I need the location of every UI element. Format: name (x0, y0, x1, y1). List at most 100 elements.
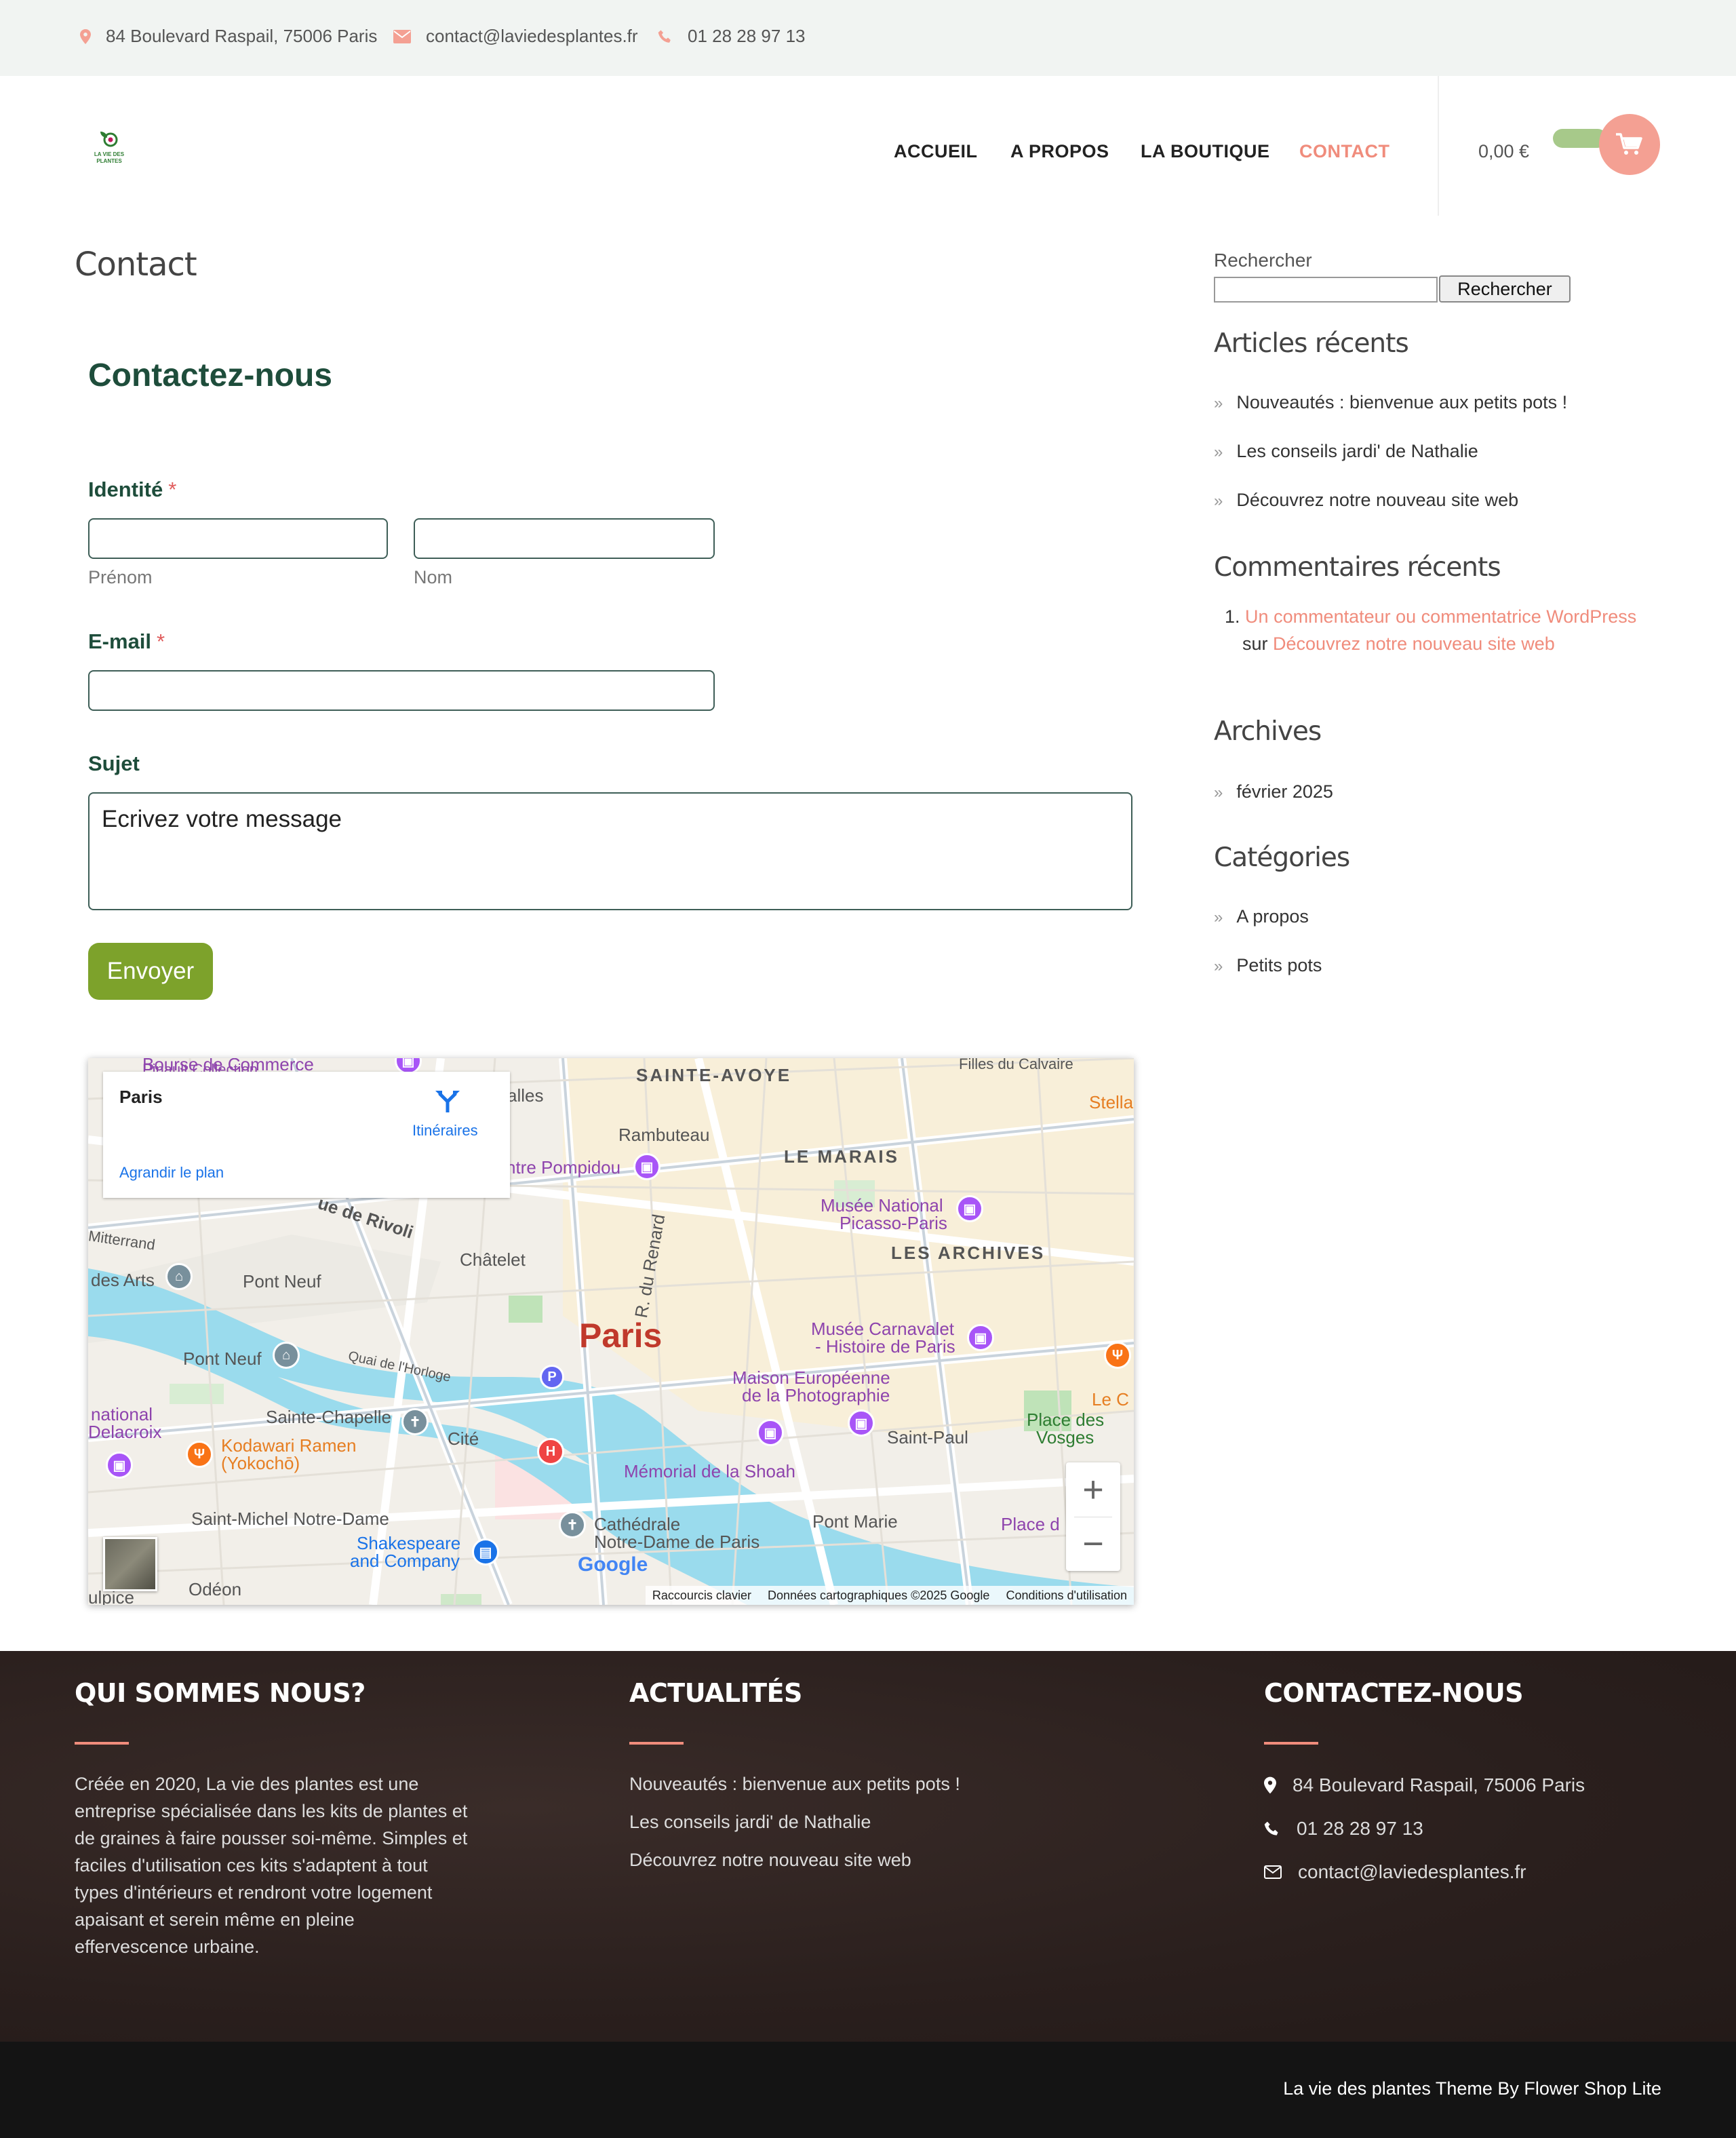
categories-title: Catégories (1214, 842, 1350, 873)
cart-button[interactable] (1599, 114, 1660, 175)
topbar-email-text[interactable]: contact@laviedesplantes.fr (426, 26, 638, 47)
footer-email[interactable]: contact@laviedesplantes.fr (1264, 1861, 1526, 1883)
comment-item: 1. Un commentateur ou commentatrice Word… (1225, 606, 1637, 627)
envelope-icon (1264, 1865, 1282, 1879)
nav-a-propos[interactable]: A PROPOS (1010, 141, 1109, 162)
topbar-email[interactable]: contact@laviedesplantes.fr (393, 26, 638, 47)
copyright-text[interactable]: La vie des plantes Theme By Flower Shop … (1283, 2078, 1661, 2099)
map-label-rambuteau: Rambuteau (618, 1125, 710, 1145)
map-label-pont-marie: Pont Marie (812, 1511, 898, 1532)
map-data-text: Données cartographiques ©2025 Google (767, 1588, 990, 1602)
recent-post-item[interactable]: » Découvrez notre nouveau site web (1214, 490, 1518, 511)
museum-pin-icon[interactable]: ▣ (106, 1452, 133, 1479)
map-label-halles: alles (507, 1085, 544, 1106)
satellite-toggle[interactable] (103, 1537, 157, 1591)
footer-divider (1264, 1742, 1318, 1745)
header-divider (1438, 76, 1439, 216)
search-button[interactable]: Rechercher (1439, 275, 1571, 303)
search-input[interactable] (1214, 277, 1438, 303)
topbar-address-text: 84 Boulevard Raspail, 75006 Paris (106, 26, 378, 46)
svg-text:PLANTES: PLANTES (96, 158, 122, 164)
send-button[interactable]: Envoyer (88, 943, 213, 1000)
museum-pin-icon[interactable]: ▣ (967, 1324, 994, 1351)
museum-pin-icon[interactable]: ▣ (757, 1419, 784, 1446)
directions-icon[interactable] (434, 1087, 461, 1114)
identity-label: Identité * (88, 478, 177, 501)
terms-link[interactable]: Conditions d'utilisation (1006, 1589, 1127, 1603)
archive-item[interactable]: » février 2025 (1214, 781, 1333, 802)
map-label-pont-neuf-metro: Pont Neuf (243, 1271, 321, 1291)
bookshop-pin-icon[interactable]: ▤ (472, 1538, 499, 1566)
church-pin-icon[interactable]: ✝ (559, 1511, 586, 1538)
landmark-pin-icon[interactable]: ⌂ (273, 1342, 300, 1369)
footer-news-item[interactable]: Découvrez notre nouveau site web (629, 1846, 911, 1873)
map-label-le-marais: LE MARAIS (784, 1146, 899, 1167)
directions-link[interactable]: Itinéraires (412, 1122, 478, 1140)
chevron-right-icon: » (1214, 443, 1223, 461)
zoom-in-button[interactable]: + (1066, 1462, 1120, 1517)
footer-contact-title: CONTACTEZ-NOUS (1264, 1678, 1524, 1708)
museum-pin-icon[interactable]: ▣ (956, 1195, 983, 1222)
footer-about-title: QUI SOMMES NOUS? (75, 1678, 366, 1708)
category-item[interactable]: » Petits pots (1214, 955, 1322, 976)
map-label-stella: Stella (1089, 1092, 1134, 1112)
comment-post-link[interactable]: Découvrez notre nouveau site web (1273, 634, 1555, 654)
topbar-phone-text[interactable]: 01 28 28 97 13 (688, 26, 806, 47)
map-pin-icon (1264, 1776, 1276, 1794)
restaurant-pin-icon[interactable]: Ψ (186, 1441, 213, 1468)
keyboard-shortcuts-link[interactable]: Raccourcis clavier (652, 1589, 751, 1603)
map-label-chatelet: Châtelet (460, 1249, 526, 1270)
message-textarea[interactable]: Ecrivez votre message (88, 792, 1132, 910)
svg-text:LA VIE DES: LA VIE DES (94, 151, 125, 157)
museum-pin-icon[interactable]: ▣ (633, 1153, 660, 1180)
map-label-sainte-chapelle: Sainte-Chapelle (266, 1407, 392, 1427)
enlarge-map-link[interactable]: Agrandir le plan (119, 1164, 224, 1182)
site-logo[interactable]: LA VIE DES PLANTES (85, 123, 133, 171)
parking-pin-icon[interactable]: P (540, 1365, 564, 1389)
map-label-kodawari-2: (Yokochō) (221, 1453, 300, 1473)
map-label-notre-dame-2: Notre-Dame de Paris (594, 1532, 760, 1552)
email-field[interactable] (88, 670, 715, 711)
archives-title: Archives (1214, 716, 1322, 747)
church-pin-icon[interactable]: ✝ (401, 1408, 429, 1435)
recent-posts-title: Articles récents (1214, 328, 1409, 359)
nav-la-boutique[interactable]: LA BOUTIQUE (1141, 141, 1270, 162)
cart-total[interactable]: 0,00 € (1478, 141, 1529, 162)
map-label-carnavalet-2: - Histoire de Paris (815, 1336, 955, 1357)
firstname-input[interactable] (88, 518, 388, 559)
lastname-input[interactable] (414, 518, 715, 559)
nav-contact[interactable]: CONTACT (1299, 141, 1389, 162)
recent-post-item[interactable]: » Nouveautés : bienvenue aux petits pots … (1214, 392, 1567, 413)
leaf-logo-icon: LA VIE DES PLANTES (94, 132, 125, 164)
restaurant-pin-icon[interactable]: Ψ (1104, 1342, 1131, 1369)
zoom-out-button[interactable]: − (1066, 1517, 1120, 1571)
map-label-place-d: Place d (1001, 1514, 1060, 1534)
map-label-saint-paul: Saint-Paul (887, 1427, 968, 1447)
landmark-pin-icon[interactable]: ⌂ (165, 1263, 193, 1290)
phone-icon (1264, 1821, 1278, 1835)
footer-about-text: Créée en 2020, La vie des plantes est un… (75, 1774, 468, 1957)
hospital-pin-icon[interactable]: H (537, 1438, 564, 1465)
topbar-phone[interactable]: 01 28 28 97 13 (658, 26, 806, 47)
form-title: Contactez-nous (88, 357, 332, 393)
top-bar: 84 Boulevard Raspail, 75006 Paris contac… (0, 0, 1736, 76)
zoom-controls: + − (1066, 1462, 1120, 1571)
chevron-right-icon: » (1214, 908, 1223, 927)
google-map[interactable]: Bourse de Commerce Pinault Collection Fi… (88, 1058, 1134, 1605)
map-label-st-michel: Saint-Michel Notre-Dame (191, 1509, 389, 1529)
footer-address: 84 Boulevard Raspail, 75006 Paris (1264, 1774, 1585, 1796)
copyright-bar: La vie des plantes Theme By Flower Shop … (0, 2042, 1736, 2138)
map-label-delacroix-2: Delacroix (88, 1422, 162, 1442)
subject-label: Sujet (88, 752, 140, 775)
museum-pin-icon[interactable]: ▣ (848, 1410, 875, 1437)
comment-author-link[interactable]: Un commentateur ou commentatrice WordPre… (1245, 606, 1636, 627)
category-item[interactable]: » A propos (1214, 906, 1309, 927)
firstname-sublabel: Prénom (88, 567, 153, 587)
google-logo: Google (578, 1553, 648, 1576)
footer-news-item[interactable]: Les conseils jardi' de Nathalie (629, 1808, 871, 1835)
map-label-vosges-2: Vosges (1036, 1427, 1094, 1447)
footer-news-item[interactable]: Nouveautés : bienvenue aux petits pots ! (629, 1770, 960, 1797)
recent-post-item[interactable]: » Les conseils jardi' de Nathalie (1214, 441, 1478, 462)
footer-phone[interactable]: 01 28 28 97 13 (1264, 1818, 1423, 1840)
nav-accueil[interactable]: ACCUEIL (894, 141, 978, 162)
